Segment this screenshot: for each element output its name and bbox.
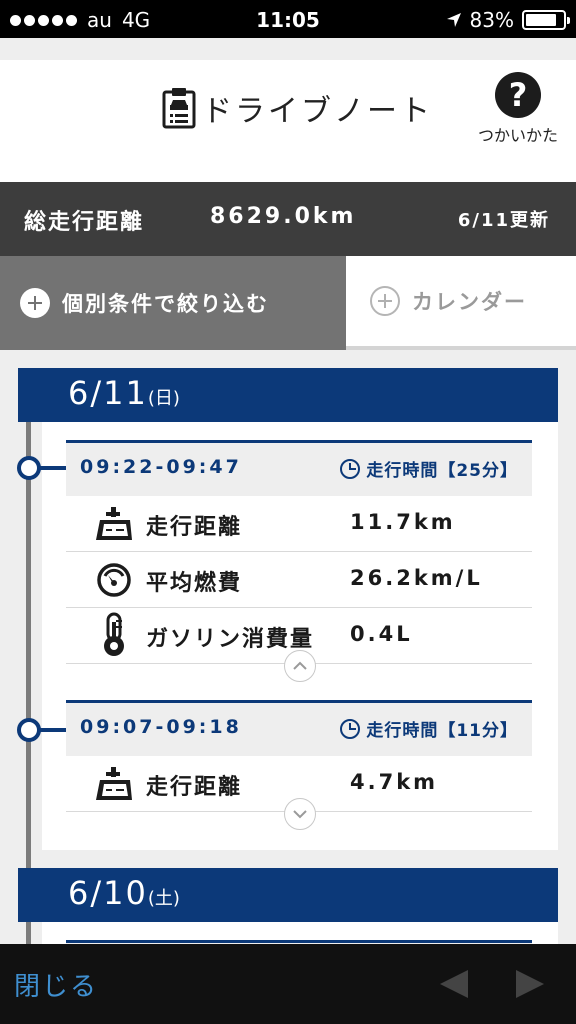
metric-value: 26.2km/L — [350, 566, 483, 590]
road-distance-icon — [96, 507, 132, 540]
filter-conditions-button[interactable]: 個別条件で絞り込む — [0, 256, 346, 350]
help-label: つかいかた — [477, 126, 558, 145]
metric-row: 走行距離 11.7km — [66, 496, 532, 552]
app-header: ドライブノート ? つかいかた — [0, 38, 576, 182]
plus-circle-icon — [370, 286, 400, 316]
metric-label: 平均燃費 — [146, 571, 243, 596]
drive-log-list[interactable]: 6/11(日) 09:22-09:47 走行時間【25分】 走行距離 11.7k… — [0, 350, 576, 944]
fuel-gauge-icon — [97, 563, 131, 597]
page-title: ドライブノート — [202, 94, 433, 129]
question-icon: ? — [495, 72, 541, 118]
trip-time-range: 09:22-09:47 — [80, 456, 242, 478]
forward-arrow-icon[interactable] — [512, 966, 548, 1002]
metric-value: 0.4L — [350, 622, 413, 646]
collapse-button[interactable] — [284, 650, 316, 682]
updated-date: 6/11更新 — [457, 210, 550, 231]
thermometer-icon — [104, 612, 124, 656]
trip-duration: 走行時間【11分】 — [366, 721, 518, 741]
filter-tabs: 個別条件で絞り込む カレンダー — [0, 256, 576, 350]
expand-button[interactable] — [284, 798, 316, 830]
location-arrow-icon — [446, 13, 461, 27]
calendar-tab[interactable]: カレンダー — [346, 256, 576, 350]
total-distance-bar: 総走行距離 8629.0km 6/11更新 — [0, 182, 576, 256]
day-weekday: (土) — [147, 888, 180, 909]
day-header: 6/11(日) — [18, 368, 558, 422]
bottom-toolbar: 閉じる — [0, 944, 576, 1024]
timeline-connector — [38, 466, 66, 470]
status-bar: au 4G 11:05 83% — [0, 0, 576, 38]
metric-label: 走行距離 — [146, 515, 243, 540]
trip-time-range: 09:07-09:18 — [80, 716, 242, 738]
calendar-label: カレンダー — [412, 290, 527, 314]
total-distance-label: 総走行距離 — [24, 210, 145, 235]
back-arrow-icon[interactable] — [436, 966, 472, 1002]
metric-value: 11.7km — [350, 510, 456, 534]
chevron-down-icon — [293, 810, 307, 819]
trip-duration: 走行時間【25分】 — [366, 461, 518, 481]
metric-row: 平均燃費 26.2km/L — [66, 552, 532, 608]
chevron-up-icon — [293, 661, 307, 670]
battery-percent: 83% — [469, 8, 514, 32]
clipboard-car-icon — [162, 88, 196, 129]
help-button[interactable]: ? つかいかた — [468, 72, 568, 146]
day-date: 6/11 — [68, 374, 148, 412]
day-header: 6/10(土) — [18, 868, 558, 922]
battery-icon — [522, 10, 570, 30]
clock-icon — [340, 458, 361, 479]
trip-header[interactable]: 09:22-09:47 走行時間【25分】 — [66, 440, 532, 496]
plus-circle-icon — [20, 288, 50, 318]
day-date: 6/10 — [68, 874, 148, 912]
metric-label: ガソリン消費量 — [146, 627, 315, 652]
clock-icon — [340, 718, 361, 739]
total-distance-value: 8629.0km — [210, 204, 357, 229]
day-weekday: (日) — [147, 388, 180, 409]
filter-label: 個別条件で絞り込む — [62, 292, 269, 316]
road-distance-icon — [96, 767, 132, 800]
metric-label: 走行距離 — [146, 775, 243, 800]
close-button[interactable]: 閉じる — [14, 966, 98, 1003]
timeline-line — [26, 420, 31, 944]
metric-value: 4.7km — [350, 770, 439, 794]
trip-header[interactable]: 09:07-09:18 走行時間【11分】 — [66, 700, 532, 756]
timeline-connector — [38, 728, 66, 732]
